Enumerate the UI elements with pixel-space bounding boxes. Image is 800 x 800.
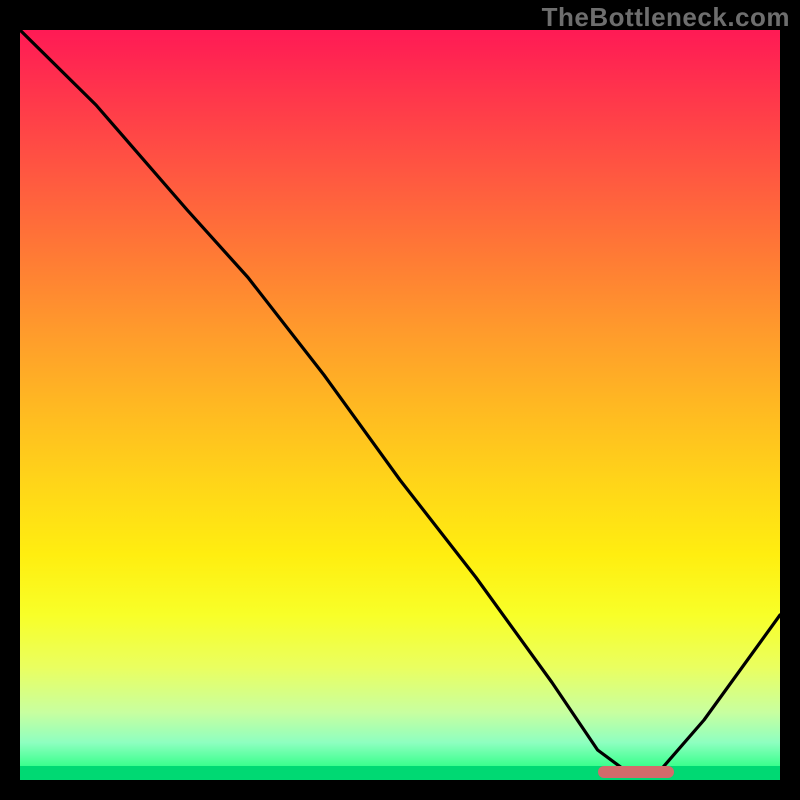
- plot-area: [20, 30, 780, 780]
- chart-frame: TheBottleneck.com: [0, 0, 800, 800]
- curve-svg: [20, 30, 780, 780]
- bottleneck-curve: [20, 30, 780, 773]
- optimal-range-marker: [598, 766, 674, 778]
- watermark-text: TheBottleneck.com: [542, 2, 790, 33]
